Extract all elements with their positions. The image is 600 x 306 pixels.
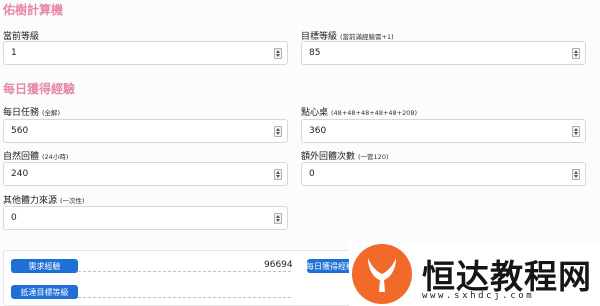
required-exp-divider [78,271,291,272]
current-level-spinner-icon[interactable] [274,48,282,59]
daily-gain-button[interactable]: 每日獲得經驗 [307,259,353,273]
extra-recovery-spinner-icon[interactable] [572,169,580,180]
natural-recovery-input[interactable]: 240 [3,162,288,186]
other-stamina-input[interactable]: 0 [3,206,288,230]
natural-recovery-label-text: 自然回體 [3,152,40,162]
snack-table-spinner-icon[interactable] [572,126,580,137]
daily-tasks-label: 每日任務 (全解) [3,105,60,118]
snack-table-label-text: 點心桌 [301,108,329,118]
required-exp-button[interactable]: 需求經驗 [11,259,78,273]
calculator-title: 佑樹計算機 [3,3,64,17]
extra-recovery-note: (一管120) [358,153,389,161]
daily-exp-title: 每日獲得經驗 [3,82,76,96]
daily-tasks-spinner-icon[interactable] [274,126,282,137]
target-level-note: (當前滿經驗需+1) [340,33,394,41]
natural-recovery-spinner-icon[interactable] [274,169,282,180]
reach-target-divider [78,297,291,298]
natural-recovery-label: 自然回體 (24小時) [3,149,68,162]
extra-recovery-value: 0 [309,169,315,179]
required-exp-value: 96694 [264,260,293,270]
natural-recovery-note: (24小時) [42,153,69,161]
whale-tail-icon [368,258,396,292]
target-level-spinner-icon[interactable] [572,48,580,59]
other-stamina-spinner-icon[interactable] [274,213,282,224]
other-stamina-label-text: 其他體力來源 [3,196,58,206]
extra-recovery-label-text: 額外回體次數 [301,152,356,162]
other-stamina-label: 其他體力來源 (一次性) [3,193,85,206]
reach-target-button[interactable]: 抵達目標等級 [11,285,78,299]
other-stamina-note: (一次性) [60,197,85,205]
watermark-logo-icon [352,244,412,304]
snack-table-label: 點心桌 (48+48+48+48+48+208) [301,105,417,118]
natural-recovery-value: 240 [11,169,29,179]
snack-table-value: 360 [309,126,327,136]
daily-tasks-note: (全解) [42,109,61,117]
daily-tasks-label-text: 每日任務 [3,108,40,118]
target-level-input[interactable]: 85 [301,41,586,65]
extra-recovery-input[interactable]: 0 [301,162,586,186]
snack-table-note: (48+48+48+48+48+208) [331,109,418,117]
daily-tasks-value: 560 [11,126,29,136]
other-stamina-value: 0 [11,213,17,223]
snack-table-input[interactable]: 360 [301,119,586,143]
current-level-value: 1 [11,48,17,58]
target-level-value: 85 [309,48,321,58]
current-level-input[interactable]: 1 [3,41,288,65]
watermark-url: www.sxhdcj.com [422,291,535,301]
extra-recovery-label: 額外回體次數 (一管120) [301,149,389,162]
daily-tasks-input[interactable]: 560 [3,119,288,143]
